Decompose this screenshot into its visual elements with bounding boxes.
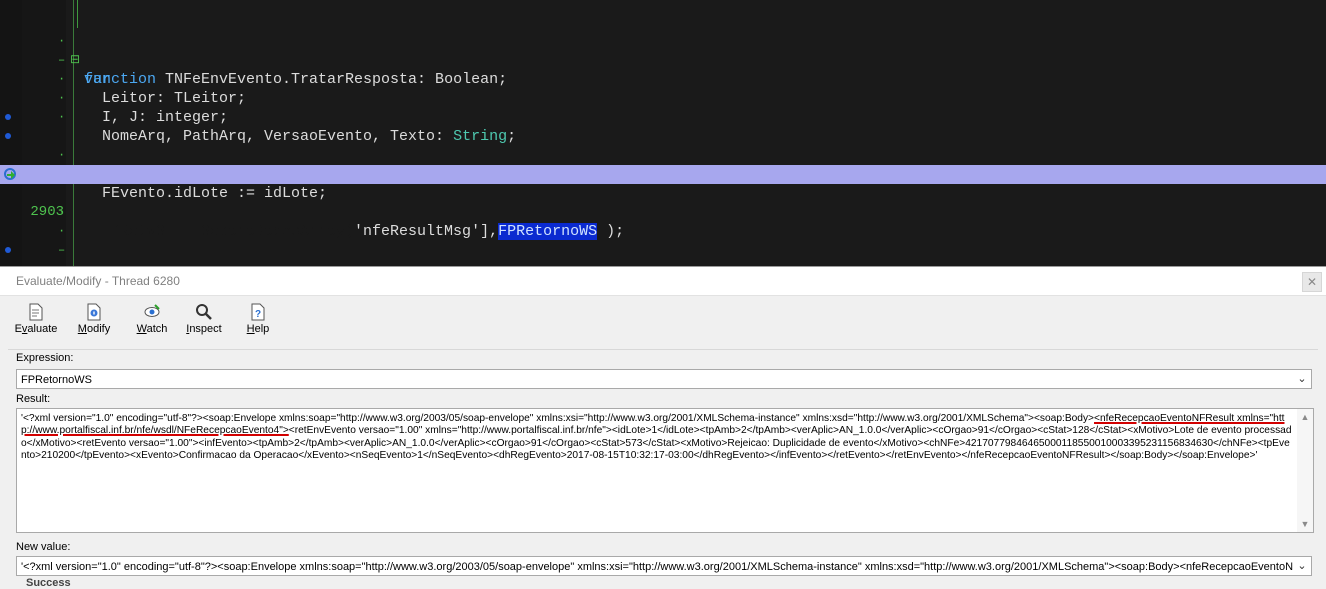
evaluate-label: Evaluate (14, 323, 58, 335)
expression-value: FPRetornoWS (21, 374, 92, 386)
watch-label: Watch (136, 323, 168, 335)
evaluate-modify-dialog: Evaluate/Modify - Thread 6280 ✕ Evaluate… (0, 266, 1326, 589)
chevron-down-icon[interactable]: ⌄ (1293, 370, 1311, 388)
close-button[interactable]: ✕ (1302, 272, 1322, 292)
code-line[interactable]: – (0, 222, 1326, 257)
code-line[interactable]: 2903 'nfeResultMsg'],FPRetornoWS ); (0, 184, 1326, 240)
svg-text:?: ? (255, 309, 261, 320)
inspect-label: Inspect (186, 323, 222, 335)
status-strip (0, 577, 1326, 589)
code-line[interactable]: · I, J: integer; (0, 70, 1326, 126)
modify-button[interactable]: Modify (68, 301, 120, 343)
execution-point-icon (4, 168, 16, 180)
code-line[interactable]: · begin (0, 108, 1326, 183)
result-memo[interactable]: '<?xml version="1.0" encoding="utf-8"?><… (16, 408, 1314, 533)
scroll-up-icon[interactable]: ▲ (1297, 409, 1313, 425)
code-line[interactable]: · NomeArq, PathArq, VersaoEvento, Texto:… (0, 89, 1326, 145)
modify-label: Modify (77, 323, 111, 335)
watch-icon (144, 304, 160, 317)
modify-icon (87, 303, 101, 321)
code-line[interactable]: · Leitor: TLeitor; (0, 51, 1326, 107)
result-scrollbar[interactable]: ▲ ▼ (1297, 409, 1313, 532)
breakpoint-dot-icon[interactable] (5, 133, 11, 139)
help-icon: ? (251, 303, 265, 321)
code-line[interactable]: 2900 FEvento.idLote := idLote; (0, 127, 1326, 202)
inspect-icon (196, 304, 212, 320)
expression-label: Expression: (16, 352, 74, 364)
watch-button[interactable]: Watch (126, 301, 178, 343)
dialog-toolbar: Evaluate Modify Watch Inspect ? Help (10, 301, 270, 343)
evaluate-icon (29, 303, 43, 321)
status-text: Success (26, 577, 71, 589)
help-button[interactable]: ? Help (232, 301, 284, 343)
breakpoint-dot-icon[interactable] (5, 114, 11, 120)
code-line[interactable]: · (0, 146, 1326, 181)
code-editor[interactable]: · ⊟ function TNFeEnvEvento.TratarRespost… (0, 0, 1326, 266)
new-value-label: New value: (16, 541, 71, 553)
breakpoint-dot-icon[interactable] (5, 247, 11, 253)
new-value-text: '<?xml version="1.0" encoding="utf-8"?><… (21, 561, 1300, 573)
dialog-title: Evaluate/Modify - Thread 6280 (16, 274, 180, 288)
result-label: Result: (16, 393, 51, 405)
code-line[interactable]: – var (0, 32, 1326, 88)
dialog-titlebar[interactable]: Evaluate/Modify - Thread 6280 ✕ (0, 267, 1326, 296)
chevron-down-icon[interactable]: ⌄ (1293, 557, 1311, 575)
new-value-combobox[interactable]: '<?xml version="1.0" encoding="utf-8"?><… (16, 556, 1312, 576)
help-label: Help (246, 323, 270, 335)
inspect-button[interactable]: Inspect (178, 301, 230, 343)
expression-combobox[interactable]: FPRetornoWS ⌄ (16, 369, 1312, 389)
scroll-down-icon[interactable]: ▼ (1297, 516, 1313, 532)
result-text-part: '<?xml version="1.0" encoding="utf-8"?><… (21, 413, 1095, 424)
toolbar-divider (8, 349, 1318, 350)
code-line[interactable]: · (0, 203, 1326, 238)
execution-point-line[interactable]: · FPRetWS := SeparaDadosArray(['nfeRecep… (0, 165, 1326, 240)
evaluate-button[interactable]: Evaluate (10, 301, 62, 343)
result-text: '<?xml version="1.0" encoding="utf-8"?><… (21, 413, 1293, 463)
code-line[interactable]: · ⊟ function TNFeEnvEvento.TratarRespost… (0, 13, 1326, 88)
code-line[interactable]: · EventoRetorno.Leitor.Arquivo := ParseT… (0, 241, 1326, 260)
